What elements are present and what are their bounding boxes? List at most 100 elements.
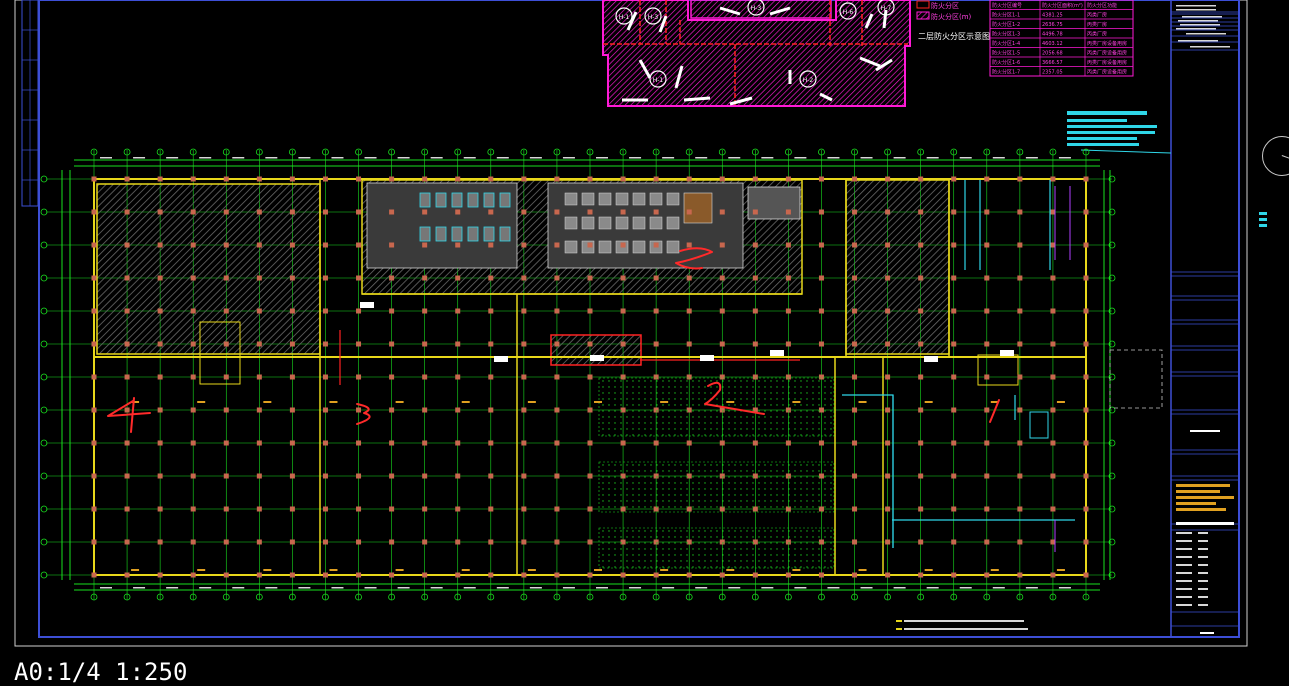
dimension-text bbox=[992, 157, 1005, 159]
annotation-tag bbox=[792, 401, 801, 403]
structural-column bbox=[223, 539, 229, 545]
zone-label: H-6 bbox=[843, 9, 854, 16]
structural-column bbox=[455, 539, 461, 545]
structural-column bbox=[124, 308, 130, 314]
structural-column bbox=[256, 374, 262, 380]
structural-column bbox=[422, 209, 428, 215]
structural-column bbox=[521, 341, 527, 347]
structural-column bbox=[124, 374, 130, 380]
structural-column bbox=[719, 242, 725, 248]
structural-column bbox=[389, 308, 395, 314]
structural-column bbox=[91, 308, 97, 314]
structural-column bbox=[455, 407, 461, 413]
view-cube-tools-icon[interactable] bbox=[1259, 212, 1267, 232]
structural-column bbox=[752, 572, 758, 578]
structural-column bbox=[223, 572, 229, 578]
structural-column bbox=[190, 572, 196, 578]
structural-column bbox=[488, 341, 494, 347]
title-block-text bbox=[1190, 430, 1220, 432]
dimension-text bbox=[662, 587, 675, 589]
structural-column bbox=[719, 308, 725, 314]
structural-column bbox=[785, 308, 791, 314]
structural-column bbox=[620, 209, 626, 215]
structural-column bbox=[91, 440, 97, 446]
dimension-text bbox=[397, 587, 410, 589]
structural-column bbox=[554, 242, 560, 248]
annotation-tag bbox=[527, 401, 536, 403]
structural-column bbox=[157, 242, 163, 248]
structural-column bbox=[322, 473, 328, 479]
structural-column bbox=[554, 506, 560, 512]
structural-column bbox=[885, 308, 891, 314]
structural-column bbox=[686, 308, 692, 314]
table-cell: 防火分区1-3 bbox=[992, 31, 1020, 38]
structural-column bbox=[488, 275, 494, 281]
dimension-text bbox=[827, 587, 840, 589]
dimension-text bbox=[199, 587, 212, 589]
dimension-text bbox=[133, 587, 146, 589]
structural-column bbox=[587, 242, 593, 248]
structural-column bbox=[785, 176, 791, 182]
structural-column bbox=[1017, 209, 1023, 215]
structural-column bbox=[984, 506, 990, 512]
title-block-text bbox=[1198, 532, 1208, 534]
dimension-text bbox=[199, 157, 212, 159]
structural-column bbox=[322, 407, 328, 413]
title-block-text bbox=[1176, 596, 1192, 598]
title-block-text bbox=[1176, 556, 1192, 558]
table-cell: 丙类厂房设备用房 bbox=[1087, 50, 1127, 57]
structural-column bbox=[984, 308, 990, 314]
structural-column bbox=[91, 506, 97, 512]
dimension-text bbox=[430, 587, 443, 589]
structural-column bbox=[521, 440, 527, 446]
title-block bbox=[1170, 0, 1240, 638]
structural-column bbox=[653, 275, 659, 281]
cad-drawing-canvas[interactable]: H-1 H-3 H-3 H-6 H-7 H-1 H-2 防火分区防火分区(m) 二层防火分区示… bbox=[0, 0, 1289, 675]
structural-column bbox=[124, 242, 130, 248]
structural-column bbox=[653, 308, 659, 314]
title-block-text bbox=[1198, 580, 1208, 582]
structural-column bbox=[1083, 308, 1089, 314]
structural-column bbox=[852, 275, 858, 281]
structural-column bbox=[885, 440, 891, 446]
fire-zone-area-table: 防火分区编号 防火分区面积(m²) 防火分区功能防火分区1-1 4381.25 丙类厂房… bbox=[989, 0, 1134, 77]
structural-column bbox=[984, 209, 990, 215]
structural-column bbox=[752, 209, 758, 215]
structural-column bbox=[190, 176, 196, 182]
equipment-unit bbox=[499, 192, 511, 208]
structural-column bbox=[455, 176, 461, 182]
structural-column bbox=[554, 473, 560, 479]
structural-column bbox=[587, 275, 593, 281]
structural-column bbox=[984, 242, 990, 248]
dimension-text bbox=[496, 587, 509, 589]
structural-column bbox=[1083, 440, 1089, 446]
structural-column bbox=[289, 308, 295, 314]
structural-column bbox=[157, 209, 163, 215]
structural-column bbox=[356, 374, 362, 380]
structural-column bbox=[289, 242, 295, 248]
structural-column bbox=[488, 440, 494, 446]
structural-column bbox=[389, 539, 395, 545]
title-block-text bbox=[1176, 532, 1192, 534]
dimension-text bbox=[496, 157, 509, 159]
structural-column bbox=[356, 572, 362, 578]
table-cell: 丙类厂房 bbox=[1087, 12, 1107, 19]
plan-footnotes bbox=[896, 620, 1028, 630]
table-cell: 防火分区1-4 bbox=[992, 40, 1020, 47]
structural-column bbox=[951, 506, 957, 512]
structural-column bbox=[322, 572, 328, 578]
dimension-text bbox=[100, 157, 112, 159]
structural-column bbox=[719, 275, 725, 281]
equipment-unit bbox=[615, 192, 629, 206]
structural-column bbox=[190, 440, 196, 446]
dimension-text bbox=[860, 157, 873, 159]
equipment-unit bbox=[435, 226, 447, 242]
hatched-zone-right bbox=[845, 179, 950, 355]
structural-column bbox=[289, 341, 295, 347]
structural-column bbox=[951, 407, 957, 413]
structural-column bbox=[818, 275, 824, 281]
structural-column bbox=[852, 572, 858, 578]
structural-column bbox=[289, 176, 295, 182]
table-cell: 丙类厂房设备用房 bbox=[1087, 69, 1127, 76]
structural-column bbox=[885, 473, 891, 479]
